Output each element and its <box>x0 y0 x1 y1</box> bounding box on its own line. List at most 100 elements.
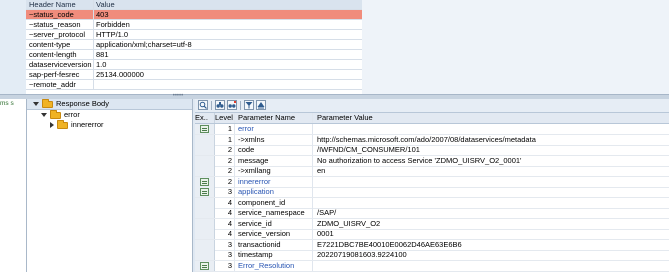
header-row[interactable]: content-length 881 <box>26 50 362 60</box>
header-name: sap-perf-fesrec <box>26 70 94 79</box>
header-row[interactable]: sap-perf-fesrec 25134.000000 <box>26 70 362 80</box>
parameter-row[interactable]: 2 ->xmllang en <box>195 166 669 177</box>
tree-node-response-body[interactable]: Response Body <box>27 98 192 110</box>
level-cell: 3 <box>215 250 235 260</box>
parameter-name-cell: service_namespace <box>235 208 313 218</box>
binoculars-icon <box>216 102 224 108</box>
expand-node-icon[interactable] <box>200 188 209 196</box>
header-row[interactable]: ~status_reason Forbidden <box>26 20 362 30</box>
level-cell: 4 <box>215 197 235 208</box>
header-name: ~server_protocol <box>26 30 94 39</box>
parameter-row[interactable]: 4 service_version 0001 <box>195 229 669 240</box>
find-next-button[interactable] <box>227 100 237 110</box>
level-cell: 4 <box>215 208 235 218</box>
parameter-row[interactable]: 4 service_id ZDMO_UISRV_O2 <box>195 218 669 230</box>
parameter-row[interactable]: 1 error <box>195 124 669 135</box>
header-name: dataserviceversion <box>26 60 94 69</box>
expand-cell <box>195 134 215 145</box>
expand-cell[interactable] <box>195 124 215 134</box>
tree-node-label: error <box>64 110 80 119</box>
expand-cell[interactable] <box>195 176 215 187</box>
column-header-name[interactable]: Header Name <box>26 0 94 9</box>
parameter-row[interactable]: 4 service_namespace/SAP/ <box>195 208 669 219</box>
tree-node-error[interactable]: error <box>41 109 80 120</box>
parameter-value-cell: /IWFND/CM_CONSUMER/101 <box>317 145 420 154</box>
parameter-name-cell: code <box>235 145 313 155</box>
header-value: 25134.000000 <box>96 70 144 79</box>
top-right-panel <box>362 0 669 94</box>
collapse-arrow-icon[interactable] <box>41 113 47 117</box>
column-header-expand[interactable]: Ex.. <box>195 113 215 123</box>
expand-cell <box>195 166 215 176</box>
header-value: 881 <box>96 50 109 59</box>
toolbar-separator <box>240 101 241 110</box>
header-row[interactable]: dataserviceversion 1.0 <box>26 60 362 70</box>
expand-node-icon[interactable] <box>200 177 209 186</box>
http-header-table: Header Name Value ~status_code 403 ~stat… <box>26 0 363 94</box>
level-cell: 3 <box>215 187 235 197</box>
expand-cell[interactable] <box>195 260 215 271</box>
filter-button[interactable] <box>244 100 254 110</box>
column-header-level[interactable]: Level <box>215 113 235 123</box>
binoculars-next-icon <box>228 101 236 108</box>
level-cell: 4 <box>215 229 235 239</box>
header-value: application/xml;charset=utf-8 <box>96 40 192 49</box>
sort-button[interactable] <box>256 100 266 110</box>
parameter-row[interactable]: 2 innererror <box>195 176 669 188</box>
header-table-head: Header Name Value <box>26 0 362 10</box>
parameter-name-cell: error <box>235 124 313 134</box>
parameter-row[interactable]: 3 transactionid E7221DBC7BE40010E0062D46AE… <box>195 239 669 251</box>
level-cell: 1 <box>215 124 235 134</box>
grid-header-row: Ex.. Level Parameter Name Parameter Valu… <box>195 113 669 124</box>
header-name: content-length <box>26 50 94 59</box>
parameter-value-cell: 0001 <box>317 229 334 238</box>
column-header-parameter-value[interactable]: Parameter Value <box>313 113 373 123</box>
parameter-value-cell: ZDMO_UISRV_O2 <box>317 218 381 228</box>
expand-cell[interactable] <box>195 187 215 197</box>
header-name: ~status_code <box>26 10 94 19</box>
collapse-arrow-icon[interactable] <box>33 102 39 106</box>
parameter-name-cell: component_id <box>235 197 313 208</box>
parameter-name-cell: ->xmllang <box>235 166 313 176</box>
expand-cell <box>195 250 215 260</box>
details-button[interactable] <box>198 100 208 110</box>
parameter-row[interactable]: 2 code/IWFND/CM_CONSUMER/101 <box>195 145 669 156</box>
expand-arrow-icon[interactable] <box>50 122 54 128</box>
parameter-row[interactable]: 4 component_id <box>195 197 669 209</box>
expand-cell <box>195 155 215 166</box>
level-cell: 3 <box>215 260 235 271</box>
column-header-parameter-name[interactable]: Parameter Name <box>235 113 313 123</box>
parameter-value-cell: 20220719081603.9224100 <box>317 250 407 259</box>
parameter-grid: Ex.. Level Parameter Name Parameter Valu… <box>195 99 669 272</box>
response-tree: Response Body error innererror <box>27 98 193 272</box>
parameter-row[interactable]: 3 Error_Resolution <box>195 260 669 272</box>
parameter-name-cell: service_version <box>235 229 313 239</box>
header-row[interactable]: ~status_code 403 <box>26 10 362 20</box>
parameter-row[interactable]: 3 application <box>195 187 669 198</box>
find-button[interactable] <box>215 100 225 110</box>
folder-icon <box>57 119 68 129</box>
parameter-row[interactable]: 3 timestamp 20220719081603.9224100 <box>195 250 669 261</box>
header-row[interactable]: ~server_protocol HTTP/1.0 <box>26 30 362 40</box>
parameter-name-cell: transactionid <box>235 239 313 250</box>
expand-node-icon[interactable] <box>200 125 209 133</box>
header-row[interactable]: content-type application/xml;charset=utf… <box>26 40 362 50</box>
column-header-value[interactable]: Value <box>94 0 362 9</box>
parameter-name-cell: message <box>235 155 313 166</box>
left-panel <box>0 99 27 272</box>
expand-cell <box>195 197 215 208</box>
header-value: HTTP/1.0 <box>96 30 129 39</box>
tree-node-label: innererror <box>71 120 104 129</box>
header-name: ~remote_addr <box>26 80 94 89</box>
parameter-row[interactable]: 1 ->xmlns http://schemas.microsoft.com/ado… <box>195 134 669 146</box>
splitter-grip-icon[interactable]: ••••• <box>172 93 184 99</box>
tree-node-innererror[interactable]: innererror <box>50 119 104 130</box>
expand-node-icon[interactable] <box>200 261 209 270</box>
header-value <box>94 80 362 89</box>
parameter-name-cell: innererror <box>235 176 313 187</box>
parameter-row[interactable]: 2 message No authorization to access Servi… <box>195 155 669 167</box>
header-row[interactable]: ~remote_addr <box>26 80 362 90</box>
toolbar-separator <box>211 101 212 110</box>
level-cell: 1 <box>215 134 235 145</box>
level-cell: 2 <box>215 155 235 166</box>
